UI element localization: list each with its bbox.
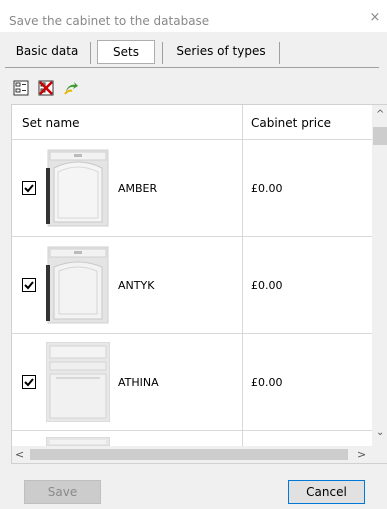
column-header-set-name[interactable]: Set name [22, 116, 80, 130]
row-checkbox[interactable] [22, 278, 36, 292]
select-all-icon[interactable] [13, 80, 29, 96]
tab-basic-data[interactable]: Basic data [9, 38, 85, 64]
tab-separator [162, 42, 163, 64]
column-divider [242, 105, 243, 139]
scrollbar-corner [372, 446, 387, 463]
set-name: ANTYK [118, 279, 155, 292]
cabinet-price: £0.00 [251, 182, 283, 195]
cabinet-thumbnail [46, 437, 110, 446]
cabinet-thumbnail [46, 246, 109, 324]
tab-separator [90, 42, 91, 64]
column-divider [242, 237, 243, 333]
column-divider [242, 334, 243, 430]
refresh-icon[interactable] [63, 80, 79, 96]
scroll-left-icon[interactable]: < [15, 448, 24, 461]
cabinet-price: £0.00 [251, 279, 283, 292]
save-button[interactable]: Save [24, 480, 101, 504]
row-checkbox[interactable] [22, 181, 36, 195]
row-checkbox[interactable] [22, 375, 36, 389]
tab-strip: Basic data Sets Series of types [0, 32, 387, 68]
scroll-right-icon[interactable]: > [357, 448, 366, 461]
table-row[interactable]: ANTYK £0.00 [12, 237, 372, 334]
scroll-up-icon[interactable]: ^ [376, 109, 384, 120]
table-row[interactable]: ATHINA £0.00 [12, 334, 372, 431]
checkmark-icon [24, 378, 34, 387]
toolbar [0, 68, 387, 102]
title-bar: Save the cabinet to the database × [0, 0, 387, 32]
table-row[interactable]: AMBER £0.00 [12, 140, 372, 237]
horizontal-scrollbar[interactable]: < > [12, 446, 372, 463]
cabinet-price: £0.00 [251, 376, 283, 389]
checkmark-icon [24, 184, 34, 193]
tab-series-of-types[interactable]: Series of types [168, 38, 274, 64]
window-title: Save the cabinet to the database [9, 14, 210, 28]
cabinet-thumbnail [46, 149, 109, 227]
checkmark-icon [24, 281, 34, 290]
sets-table: Set name Cabinet price AMBER £0.00 ANTYK… [11, 104, 387, 464]
vertical-scrollbar[interactable]: ^ ⌄ [372, 105, 387, 446]
close-button[interactable]: × [364, 8, 386, 28]
column-divider [242, 140, 243, 236]
scrollbar-thumb[interactable] [373, 127, 387, 145]
cancel-button[interactable]: Cancel [288, 480, 365, 504]
tab-separator [279, 42, 280, 64]
table-header: Set name Cabinet price [12, 105, 372, 140]
scrollbar-thumb[interactable] [30, 449, 348, 460]
cabinet-thumbnail [46, 342, 110, 422]
set-name: AMBER [118, 182, 158, 195]
column-header-cabinet-price[interactable]: Cabinet price [251, 116, 331, 130]
set-name: ATHINA [118, 376, 159, 389]
tab-sets[interactable]: Sets [97, 40, 155, 64]
scroll-down-icon[interactable]: ⌄ [376, 427, 384, 438]
deselect-all-icon[interactable] [38, 80, 54, 96]
